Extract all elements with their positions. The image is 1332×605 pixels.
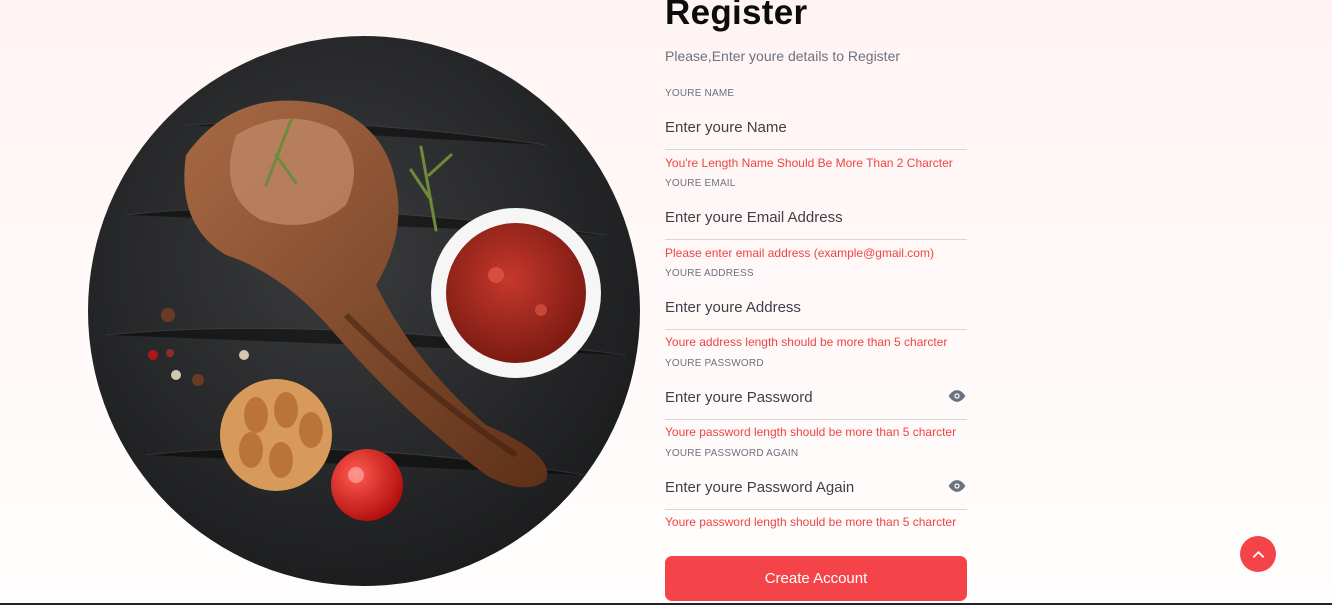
chevron-up-icon xyxy=(1252,545,1264,563)
address-field-wrapper xyxy=(665,289,967,330)
name-label: YOURE NAME xyxy=(665,88,735,99)
address-label: YOURE ADDRESS xyxy=(665,268,754,279)
page-title: Register xyxy=(665,0,808,32)
name-input[interactable] xyxy=(665,109,945,145)
email-error: Please enter email address (example@gmai… xyxy=(665,246,934,260)
eye-icon[interactable] xyxy=(947,479,967,493)
password-again-field-wrapper xyxy=(665,469,967,510)
password-again-input[interactable] xyxy=(665,469,945,505)
password-input[interactable] xyxy=(665,379,945,415)
address-error: Youre address length should be more than… xyxy=(665,335,948,349)
password-field-wrapper xyxy=(665,379,967,420)
email-field-wrapper xyxy=(665,199,967,240)
email-label: YOURE EMAIL xyxy=(665,178,736,189)
scroll-to-top-button[interactable] xyxy=(1240,536,1276,572)
create-account-button[interactable]: Create Account xyxy=(665,556,967,601)
eye-icon[interactable] xyxy=(947,389,967,403)
hero-food-image xyxy=(86,35,642,587)
password-error: Youre password length should be more tha… xyxy=(665,425,957,439)
password-label: YOURE PASSWORD xyxy=(665,358,764,369)
page-subtitle: Please,Enter youre details to Register xyxy=(665,48,901,64)
name-field-wrapper xyxy=(665,109,967,150)
password-again-error: Youre password length should be more tha… xyxy=(665,515,957,529)
password-again-label: YOURE PASSWORD AGAIN xyxy=(665,448,799,459)
email-input[interactable] xyxy=(665,199,945,235)
name-error: You're Length Name Should Be More Than 2… xyxy=(665,156,953,170)
address-input[interactable] xyxy=(665,289,945,325)
